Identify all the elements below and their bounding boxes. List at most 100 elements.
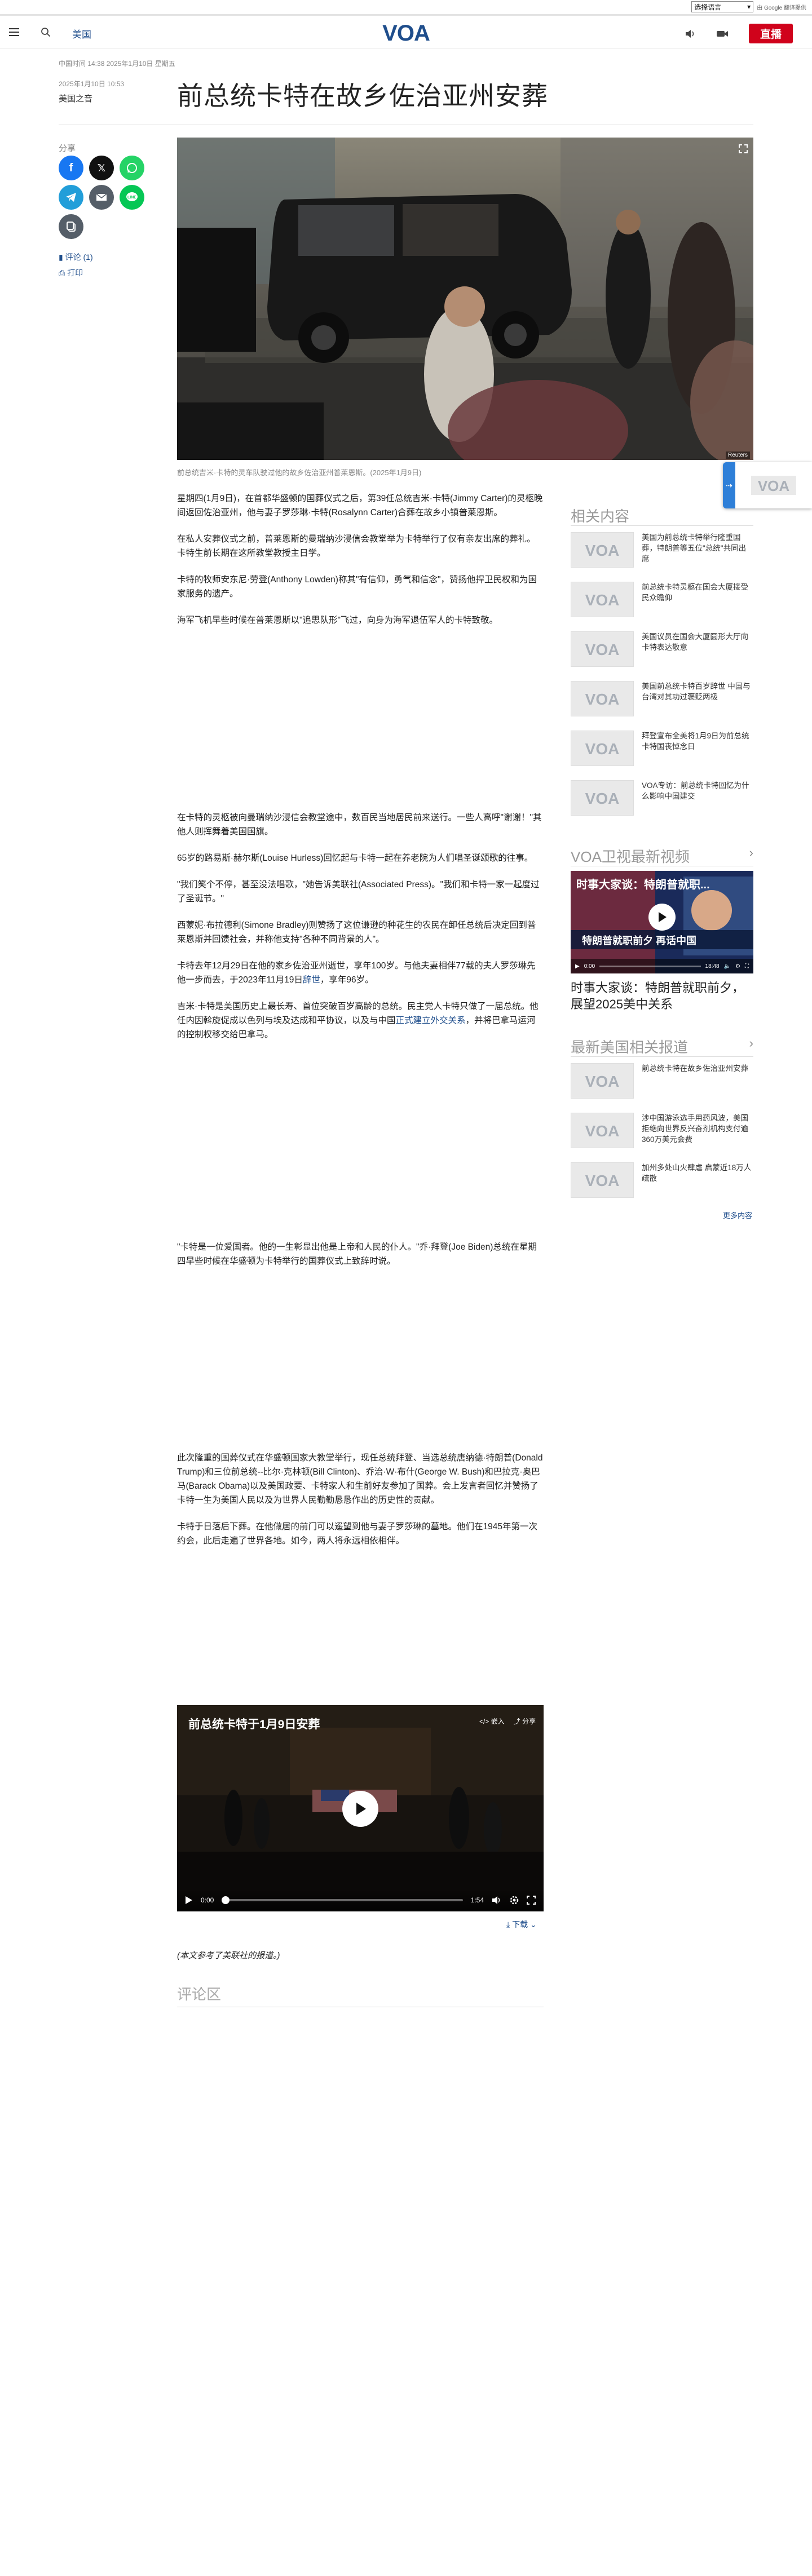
- live-button[interactable]: 直播: [748, 24, 793, 43]
- latest-item[interactable]: VOA 加州多处山火肆虐 启蒙近18万人疏散: [571, 1162, 753, 1202]
- print-link[interactable]: ⎙ 打印: [59, 265, 93, 281]
- menu-icon[interactable]: [9, 28, 19, 38]
- video-thumb-banner: 特朗普就职前夕 再话中国: [582, 935, 696, 946]
- article-body-section-4: 此次隆重的国葬仪式在华盛顿国家大教堂举行，现任总统拜登、当选总统唐纳德·特朗普(…: [177, 1451, 544, 1560]
- section-link-usa[interactable]: 美国: [72, 26, 91, 41]
- volume-icon[interactable]: [492, 1896, 502, 1905]
- hero-image: Reuters: [177, 138, 753, 460]
- voa-tv-video-thumbnail[interactable]: 时事大家谈：特朗普就职... 特朗普就职前夕 再话中国 ▶ 0:00 18:48…: [571, 871, 753, 973]
- related-item[interactable]: VOA 美国前总统卡特百岁辞世 中国与台湾对其功过褒贬两极: [571, 681, 753, 720]
- article-paragraph: 卡特于日落后下葬。在他做居的前门可以遥望到他与妻子罗莎琳的墓地。他们在1945年…: [177, 1522, 537, 1546]
- more-content-link[interactable]: 更多内容: [723, 1210, 752, 1220]
- side-play-button[interactable]: [648, 904, 676, 931]
- embed-button[interactable]: </> 嵌入: [479, 1716, 505, 1726]
- divider: [571, 1056, 753, 1057]
- arrow-right-icon[interactable]: ⇢: [723, 462, 735, 508]
- article-body-section-2: 在卡特的灵柩被向曼瑞纳沙浸信会教堂途中，数百民当地居民前来送行。一些人高呼"谢谢…: [177, 811, 544, 1054]
- video-progress-bar[interactable]: [222, 1896, 463, 1904]
- sticky-side-widget[interactable]: ⇢ VOA: [723, 462, 812, 508]
- voa-logo-icon: VOA: [585, 1073, 620, 1090]
- latest-us-heading[interactable]: 最新美国相关报道 ›: [571, 1036, 753, 1057]
- fullscreen-icon[interactable]: ⛶: [745, 963, 749, 970]
- audio-icon[interactable]: [685, 29, 696, 39]
- voa-logo-icon: VOA: [585, 591, 620, 608]
- settings-gear-icon[interactable]: ⚙: [735, 963, 740, 970]
- svg-text:VOA: VOA: [758, 477, 790, 494]
- related-item[interactable]: VOA VOA专访：前总统卡特回忆为什么影响中国建交: [571, 780, 753, 820]
- voa-placeholder-thumbnail: VOA: [571, 631, 634, 667]
- voa-placeholder-thumbnail: VOA: [571, 532, 634, 568]
- voa-logo-icon: VOA: [585, 641, 620, 658]
- email-share-button[interactable]: [89, 185, 114, 210]
- play-button[interactable]: [342, 1791, 378, 1827]
- fullscreen-icon[interactable]: [527, 1896, 536, 1905]
- facebook-share-button[interactable]: f: [59, 156, 83, 180]
- volume-icon[interactable]: 🔈: [724, 963, 731, 970]
- share-label: 分享: [59, 144, 76, 153]
- search-icon[interactable]: [41, 27, 51, 37]
- chevron-right-icon: ›: [749, 846, 753, 860]
- facebook-icon: f: [69, 161, 73, 174]
- download-icon: ⤓: [506, 1920, 510, 1929]
- language-select[interactable]: 选择语言 ▾: [691, 1, 754, 12]
- article-headline: 前总统卡特在故乡佐治亚州安葬: [177, 81, 548, 110]
- comment-icon: ▮: [59, 253, 63, 262]
- svg-text:VOA: VOA: [585, 591, 620, 608]
- print-icon: ⎙: [59, 268, 65, 277]
- publish-date: 2025年1月10日 10:53: [59, 80, 125, 88]
- comments-link[interactable]: ▮ 评论 (1): [59, 249, 93, 265]
- article-paragraph: 在私人安葬仪式之前，普莱恩斯的曼瑞纳沙浸信会教堂举为卡特举行了仅有亲友出席的葬礼…: [177, 534, 536, 558]
- svg-text:VOA: VOA: [585, 740, 620, 757]
- divider: [571, 525, 753, 526]
- related-item[interactable]: VOA 美国议员在国会大厦圆形大厅向卡特表达敬意: [571, 631, 753, 671]
- latest-item[interactable]: VOA 涉中国游泳选手用药风波，美国拒绝向世界反兴奋剂机构支付逾360万美元会费: [571, 1113, 753, 1152]
- play-control-icon[interactable]: [185, 1896, 193, 1905]
- inline-link-diplomatic-relations[interactable]: 正式建立外交关系: [396, 1016, 466, 1025]
- whatsapp-share-button[interactable]: [120, 156, 144, 180]
- video-camera-icon[interactable]: [716, 29, 729, 38]
- video-share-label: 分享: [522, 1718, 536, 1725]
- inline-link-passed-away[interactable]: 辞世: [303, 975, 320, 985]
- article-paragraph: "卡特是一位爱国者。他的一生彰显出他是上帝和人民的仆人。"乔·拜登(Joe Bi…: [177, 1242, 537, 1266]
- author-name[interactable]: 美国之音: [59, 92, 92, 104]
- expand-icon[interactable]: [739, 144, 748, 153]
- voa-logo-icon: VOA: [585, 740, 620, 757]
- voa-tv-heading[interactable]: VOA卫视最新视频 ›: [571, 846, 753, 866]
- article-paragraph: 65岁的路易斯·赫尔斯(Louise Hurless)回忆起与卡特一起在养老院为…: [177, 853, 533, 863]
- telegram-share-button[interactable]: [59, 185, 83, 210]
- download-link[interactable]: ⤓ 下载 ⌄: [506, 1919, 537, 1930]
- settings-gear-icon[interactable]: [510, 1896, 519, 1905]
- copy-link-button[interactable]: [59, 214, 83, 239]
- x-share-button[interactable]: 𝕏: [89, 156, 114, 180]
- related-item-title: 美国前总统卡特百岁辞世 中国与台湾对其功过褒贬两极: [642, 682, 751, 701]
- video-progress-bar[interactable]: [599, 965, 701, 967]
- latest-item-title: 涉中国游泳选手用药风波，美国拒绝向世界反兴奋剂机构支付逾360万美元会费: [642, 1114, 748, 1144]
- video-share-button[interactable]: ⤴ 分享: [514, 1716, 536, 1726]
- article-paragraph: "我们笑个不停，甚至没法唱歌，"她告诉美联社(Associated Press)…: [177, 880, 540, 904]
- total-time: 18:48: [705, 963, 720, 970]
- article-paragraph: 西蒙妮·布拉德利(Simone Bradley)则赞扬了这位谦逊的种花生的农民在…: [177, 920, 536, 944]
- voa-logo[interactable]: VOA: [379, 20, 433, 45]
- voa-tv-video-title[interactable]: 时事大家谈：特朗普就职前夕，展望2025美中关系: [571, 980, 753, 1012]
- hero-photo: [177, 138, 753, 460]
- progress-handle[interactable]: [222, 1896, 230, 1904]
- comments-heading: 评论区: [177, 1986, 222, 2003]
- header-actions: 直播: [685, 24, 793, 43]
- side-video-controls: ▶ 0:00 18:48 🔈 ⚙ ⛶: [571, 959, 753, 973]
- article-paragraph: 卡特去年12月29日在他的家乡佐治亚州逝世，享年100岁。与他夫妻相伴77载的夫…: [177, 959, 544, 987]
- latest-us-heading-label: 最新美国相关报道: [571, 1039, 689, 1056]
- svg-text:LINE: LINE: [127, 196, 136, 200]
- voa-logo-icon: VOA: [585, 691, 620, 707]
- line-share-button[interactable]: LINE: [120, 185, 144, 210]
- comments-link-label: 评论 (1): [65, 253, 93, 262]
- voa-placeholder-thumbnail: VOA: [571, 582, 634, 617]
- voa-placeholder-thumbnail: VOA: [571, 1162, 634, 1198]
- play-control-icon[interactable]: ▶: [575, 963, 580, 970]
- video-player[interactable]: 前总统卡特于1月9日安葬 </> 嵌入 ⤴ 分享 0:00 1:54: [177, 1705, 544, 1911]
- language-select-label: 选择语言: [694, 3, 722, 11]
- svg-text:VOA: VOA: [585, 542, 620, 559]
- related-item[interactable]: VOA 拜登宣布全美将1月9日为前总统卡特国丧悼念日: [571, 731, 753, 770]
- latest-item[interactable]: VOA 前总统卡特在故乡佐治亚州安葬: [571, 1063, 753, 1103]
- related-item[interactable]: VOA 前总统卡特灵柩在国会大厦接受民众瞻仰: [571, 582, 753, 621]
- related-item[interactable]: VOA 美国为前总统卡特举行隆重国葬，特朗普等五位"总统"共同出席: [571, 532, 753, 572]
